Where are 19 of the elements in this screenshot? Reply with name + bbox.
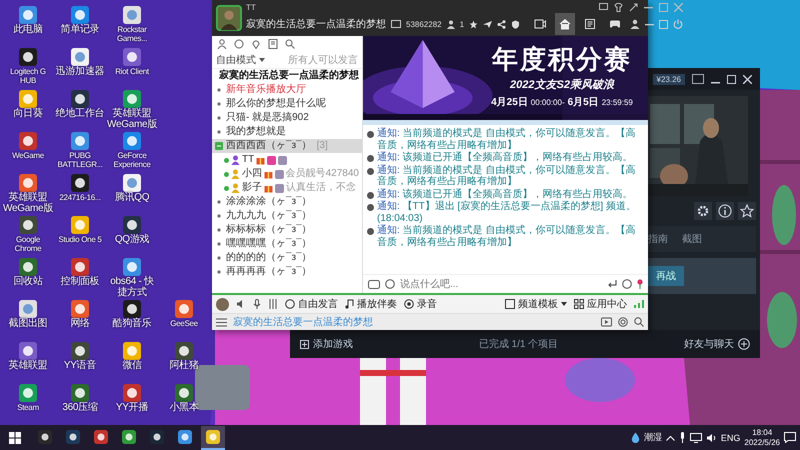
- clock-time[interactable]: 18:04: [752, 428, 772, 438]
- app-icon: [150, 430, 164, 444]
- app-icon: [38, 430, 52, 444]
- speaker-icon[interactable]: [706, 432, 717, 442]
- app-icon: [94, 430, 108, 444]
- clock-date[interactable]: 2022/5/26: [744, 438, 780, 448]
- language-indicator[interactable]: ENG: [720, 432, 740, 442]
- chevron-up-icon[interactable]: [666, 434, 675, 440]
- taskbar-button[interactable]: [201, 426, 225, 450]
- app-icon: [206, 430, 220, 444]
- app-icon: [178, 430, 192, 444]
- notification-icon[interactable]: [784, 432, 796, 443]
- weather-text[interactable]: 潮湿: [644, 431, 662, 444]
- start-icon[interactable]: [9, 432, 21, 444]
- network-icon[interactable]: [690, 432, 702, 442]
- droplet-icon[interactable]: [630, 432, 640, 444]
- app-icon: [122, 430, 136, 444]
- microphone-icon[interactable]: [678, 432, 686, 443]
- app-icon: [66, 430, 80, 444]
